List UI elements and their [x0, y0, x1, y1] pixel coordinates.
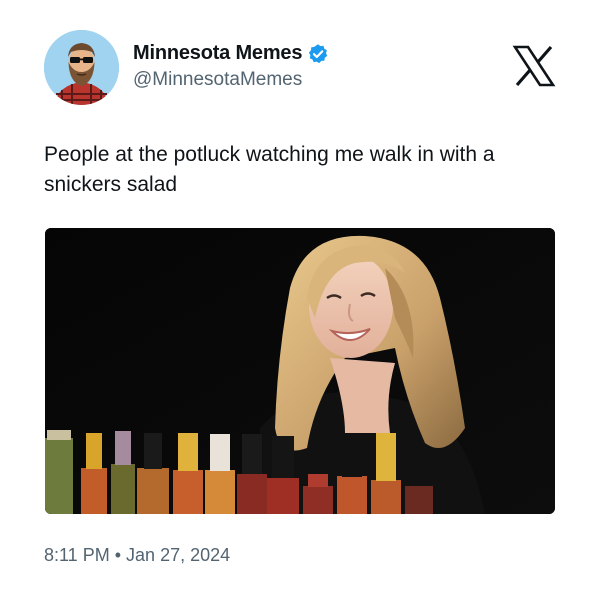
bearded-man-avatar-icon: [44, 30, 119, 105]
display-name-row: Minnesota Memes: [133, 42, 329, 65]
tweet-time: 8:11 PM: [44, 545, 110, 565]
tweet-text: People at the potluck watching me walk i…: [44, 143, 495, 196]
verified-badge-icon: [307, 43, 329, 65]
timestamp-separator: •: [114, 545, 122, 565]
author-info: Minnesota Memes @MinnesotaMemes: [133, 42, 329, 91]
tweet-media-image[interactable]: [45, 228, 555, 514]
avatar[interactable]: [44, 30, 119, 105]
smiling-woman-with-hot-sauce-bottles-image: [45, 228, 555, 514]
handle[interactable]: @MinnesotaMemes: [133, 69, 329, 91]
tweet-header: Minnesota Memes @MinnesotaMemes: [44, 30, 556, 110]
tweet-date: Jan 27, 2024: [126, 545, 231, 565]
tweet-timestamp[interactable]: 8:11 PM • Jan 27, 2024: [44, 545, 230, 566]
display-name[interactable]: Minnesota Memes: [133, 42, 302, 65]
x-logo-icon[interactable]: [512, 44, 556, 88]
